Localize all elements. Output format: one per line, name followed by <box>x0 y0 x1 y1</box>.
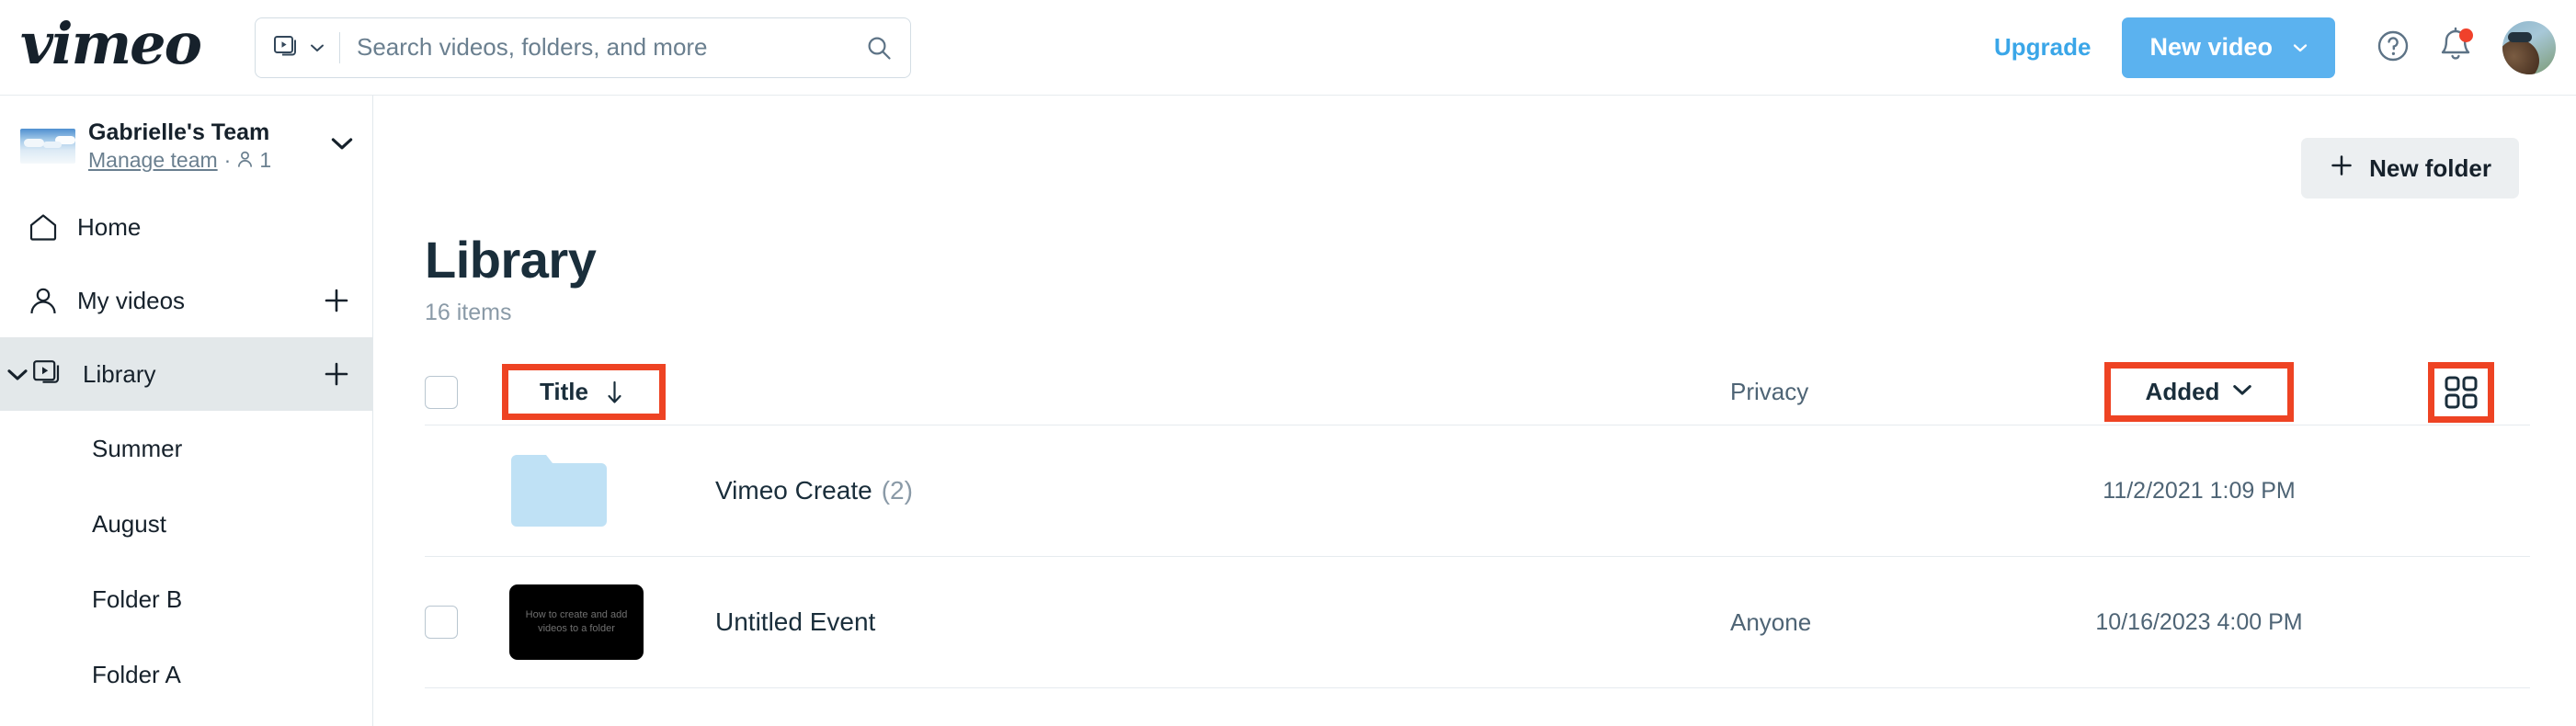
select-all-cell <box>425 375 509 409</box>
table-row[interactable]: Vimeo Create (2) 11/2/2021 1:09 PM <box>425 425 2530 557</box>
sidebar-item-label: Library <box>83 359 156 388</box>
privacy-column-label: Privacy <box>1730 378 1809 405</box>
team-member-count: 1 <box>259 147 272 172</box>
added-column-header[interactable]: Added <box>2103 362 2295 422</box>
select-all-checkbox[interactable] <box>425 375 458 409</box>
row-thumbnail-cell: How to create and add videos to a folder <box>509 584 684 660</box>
person-icon <box>237 151 253 168</box>
privacy-column-header[interactable]: Privacy <box>1730 378 2006 406</box>
table-row[interactable]: How to create and add videos to a folder… <box>425 557 2530 688</box>
sidebar-subitem-label: Folder A <box>92 660 181 688</box>
question-circle-icon <box>2371 24 2415 71</box>
sidebar-subitem-august[interactable]: August <box>0 486 372 562</box>
notifications-button[interactable] <box>2431 23 2480 73</box>
grid-view-toggle[interactable] <box>2428 361 2494 423</box>
sky-thumbnail <box>20 128 75 164</box>
chevron-down-icon <box>2232 383 2252 401</box>
plus-icon <box>2329 153 2354 185</box>
search-input[interactable] <box>356 33 866 62</box>
meta-separator: · <box>223 147 232 172</box>
sidebar-subitem-label: August <box>92 509 166 538</box>
title-column-cell: Title <box>502 364 1730 420</box>
grid-view-icon <box>2444 375 2479 410</box>
video-thumbnail[interactable]: How to create and add videos to a folder <box>509 584 644 660</box>
video-stack-icon <box>33 358 64 390</box>
title-column-header[interactable]: Title <box>502 364 666 420</box>
main-toolbar: New folder <box>374 96 2576 199</box>
row-thumbnail-cell <box>509 451 684 530</box>
main-content: New folder Library 16 items Title Privac… <box>374 96 2576 726</box>
new-video-button[interactable]: New video <box>2122 17 2335 78</box>
notification-badge <box>2459 28 2473 42</box>
sidebar-subitem-folder-a[interactable]: Folder A <box>0 637 372 712</box>
sidebar-subitem-summer[interactable]: Summer <box>0 411 372 486</box>
arrow-down-icon <box>607 380 622 404</box>
chevron-down-icon[interactable] <box>330 136 354 155</box>
sidebar-item-label: Home <box>77 212 142 241</box>
search-divider <box>338 31 340 63</box>
add-video-button[interactable] <box>321 285 352 316</box>
team-meta: Manage team · 1 <box>88 148 271 172</box>
header-actions: Upgrade New video <box>1994 17 2576 78</box>
search-bar[interactable] <box>254 17 911 78</box>
top-header: vimeo Upgrade New video <box>0 0 2576 96</box>
row-item-count: (2) <box>881 476 913 505</box>
sidebar: Gabrielle's Team Manage team · 1 Home My… <box>0 96 373 726</box>
sidebar-item-label: My videos <box>77 286 186 314</box>
sidebar-item-my-videos[interactable]: My videos <box>0 264 372 337</box>
row-privacy: Anyone <box>1730 607 1812 636</box>
sidebar-subitem-label: Summer <box>92 434 183 462</box>
video-thumbnail-text: How to create and add videos to a folder <box>525 609 628 634</box>
add-folder-button[interactable] <box>321 358 352 390</box>
team-name: Gabrielle's Team <box>88 119 270 145</box>
page-header: Library 16 items <box>374 199 2576 326</box>
upgrade-link[interactable]: Upgrade <box>1994 33 2091 62</box>
item-count: 16 items <box>425 300 512 325</box>
title-column-label: Title <box>540 378 588 405</box>
row-title-cell: Vimeo Create (2) <box>684 476 1730 505</box>
row-title-cell: Untitled Event <box>684 607 1730 637</box>
vimeo-logo[interactable]: vimeo <box>20 15 202 80</box>
library-table: Title Privacy Added Vimeo Create (2) 11/… <box>425 359 2530 688</box>
home-icon <box>28 211 59 243</box>
row-title[interactable]: Untitled Event <box>715 607 875 637</box>
chevron-down-icon <box>310 43 325 52</box>
row-checkbox-cell <box>425 606 509 639</box>
video-stack-icon <box>273 35 302 60</box>
row-title[interactable]: Vimeo Create <box>715 476 872 505</box>
folder-icon <box>509 451 609 530</box>
page-title: Library <box>425 231 597 289</box>
search-type-selector[interactable] <box>273 35 325 60</box>
search-icon[interactable] <box>866 35 892 61</box>
sidebar-item-library[interactable]: Library <box>0 337 372 412</box>
avatar[interactable] <box>2502 20 2556 74</box>
table-header-row: Title Privacy Added <box>425 359 2530 425</box>
chevron-down-icon[interactable] <box>6 362 29 386</box>
team-info: Gabrielle's Team Manage team · 1 <box>88 119 271 172</box>
grid-toggle-cell <box>2392 361 2530 423</box>
row-added-date: 10/16/2023 4:00 PM <box>2095 608 2303 635</box>
row-added-date: 11/2/2021 1:09 PM <box>2103 477 2296 504</box>
added-column-label: Added <box>2145 378 2220 405</box>
manage-team-link[interactable]: Manage team <box>88 148 218 172</box>
sidebar-subitem-folder-b[interactable]: Folder B <box>0 562 372 637</box>
chevron-down-icon <box>2293 43 2308 52</box>
added-column-cell: Added <box>2006 362 2392 422</box>
row-checkbox[interactable] <box>425 606 458 639</box>
new-folder-label: New folder <box>2369 153 2491 182</box>
team-selector[interactable]: Gabrielle's Team Manage team · 1 <box>0 96 372 190</box>
help-button[interactable] <box>2368 23 2418 73</box>
person-icon <box>28 285 59 316</box>
sidebar-item-home[interactable]: Home <box>0 190 372 264</box>
new-video-label: New video <box>2149 33 2273 61</box>
new-folder-button[interactable]: New folder <box>2301 138 2519 199</box>
sidebar-subitem-label: Folder B <box>92 584 183 613</box>
